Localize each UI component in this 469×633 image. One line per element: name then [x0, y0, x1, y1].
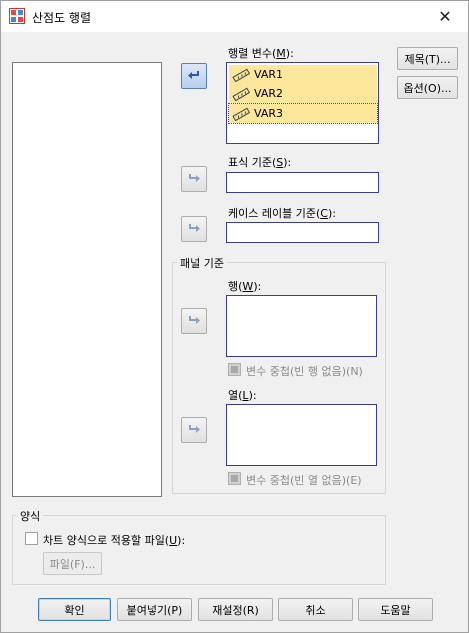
- move-to-rows-button[interactable]: [181, 308, 207, 334]
- nest-rows-checkbox[interactable]: [228, 363, 241, 376]
- nest-columns-checkbox[interactable]: [228, 472, 241, 485]
- panel-columns-label: 열(L):: [228, 389, 257, 402]
- panel-by-title: 패널 기준: [177, 255, 227, 271]
- close-button[interactable]: ✕: [422, 1, 468, 32]
- arrow-right-icon: [189, 174, 200, 182]
- ruler-scale-icon: [232, 107, 250, 121]
- move-to-matrix-button[interactable]: [181, 63, 207, 89]
- move-to-markers-button[interactable]: [181, 166, 207, 192]
- scatterplot-matrix-dialog: 산점도 행렬 ✕ 행렬 변수(M): VAR1 VAR2 VAR3 제목(T).…: [0, 0, 469, 633]
- close-icon: ✕: [438, 7, 452, 26]
- ruler-scale-icon: [232, 68, 250, 82]
- panel-rows-list[interactable]: [226, 295, 377, 357]
- arrow-left-icon: [188, 71, 199, 79]
- matrix-variables-label: 행렬 변수(M):: [228, 47, 294, 60]
- variable-name: VAR2: [254, 87, 283, 100]
- matrix-variables-list[interactable]: VAR1 VAR2 VAR3: [226, 62, 379, 144]
- list-item[interactable]: VAR2: [229, 84, 377, 103]
- list-item[interactable]: VAR3: [228, 103, 378, 124]
- move-to-columns-button[interactable]: [181, 417, 207, 443]
- ok-button[interactable]: 확인: [38, 598, 111, 621]
- variable-name: VAR3: [254, 107, 283, 120]
- nest-rows-label: 변수 중첩(빈 행 없음)(N): [246, 365, 363, 378]
- case-labels-label: 케이스 레이블 기준(C):: [228, 207, 336, 220]
- arrow-right-icon: [189, 224, 200, 232]
- source-variable-list[interactable]: [12, 62, 162, 497]
- options-button[interactable]: 옵션(O)...: [397, 76, 458, 99]
- ruler-scale-icon: [232, 87, 250, 101]
- title-bar: 산점도 행렬 ✕: [1, 1, 468, 32]
- nest-columns-label: 변수 중첩(빈 열 없음)(E): [246, 474, 362, 487]
- cancel-button[interactable]: 취소: [278, 598, 353, 621]
- apply-template-checkbox[interactable]: [25, 532, 38, 545]
- list-item[interactable]: VAR1: [229, 65, 377, 84]
- variable-name: VAR1: [254, 68, 283, 81]
- arrow-right-icon: [189, 316, 200, 324]
- move-to-case-labels-button[interactable]: [181, 216, 207, 242]
- template-title: 양식: [17, 508, 44, 524]
- case-labels-field[interactable]: [226, 222, 379, 243]
- template-file-button[interactable]: 파일(F)...: [43, 552, 102, 575]
- set-markers-label: 표식 기준(S):: [228, 156, 292, 169]
- set-markers-field[interactable]: [226, 172, 379, 193]
- scatterplot-matrix-icon: [9, 8, 25, 24]
- panel-rows-label: 행(W):: [228, 280, 262, 293]
- apply-template-label: 차트 양식으로 적용할 파일(U):: [43, 534, 186, 547]
- titles-button[interactable]: 제목(T)...: [397, 47, 458, 70]
- arrow-right-icon: [189, 425, 200, 433]
- help-button[interactable]: 도움말: [358, 598, 433, 621]
- paste-button[interactable]: 붙여넣기(P): [117, 598, 192, 621]
- panel-columns-list[interactable]: [226, 404, 377, 466]
- reset-button[interactable]: 재설정(R): [198, 598, 273, 621]
- window-title: 산점도 행렬: [32, 11, 92, 25]
